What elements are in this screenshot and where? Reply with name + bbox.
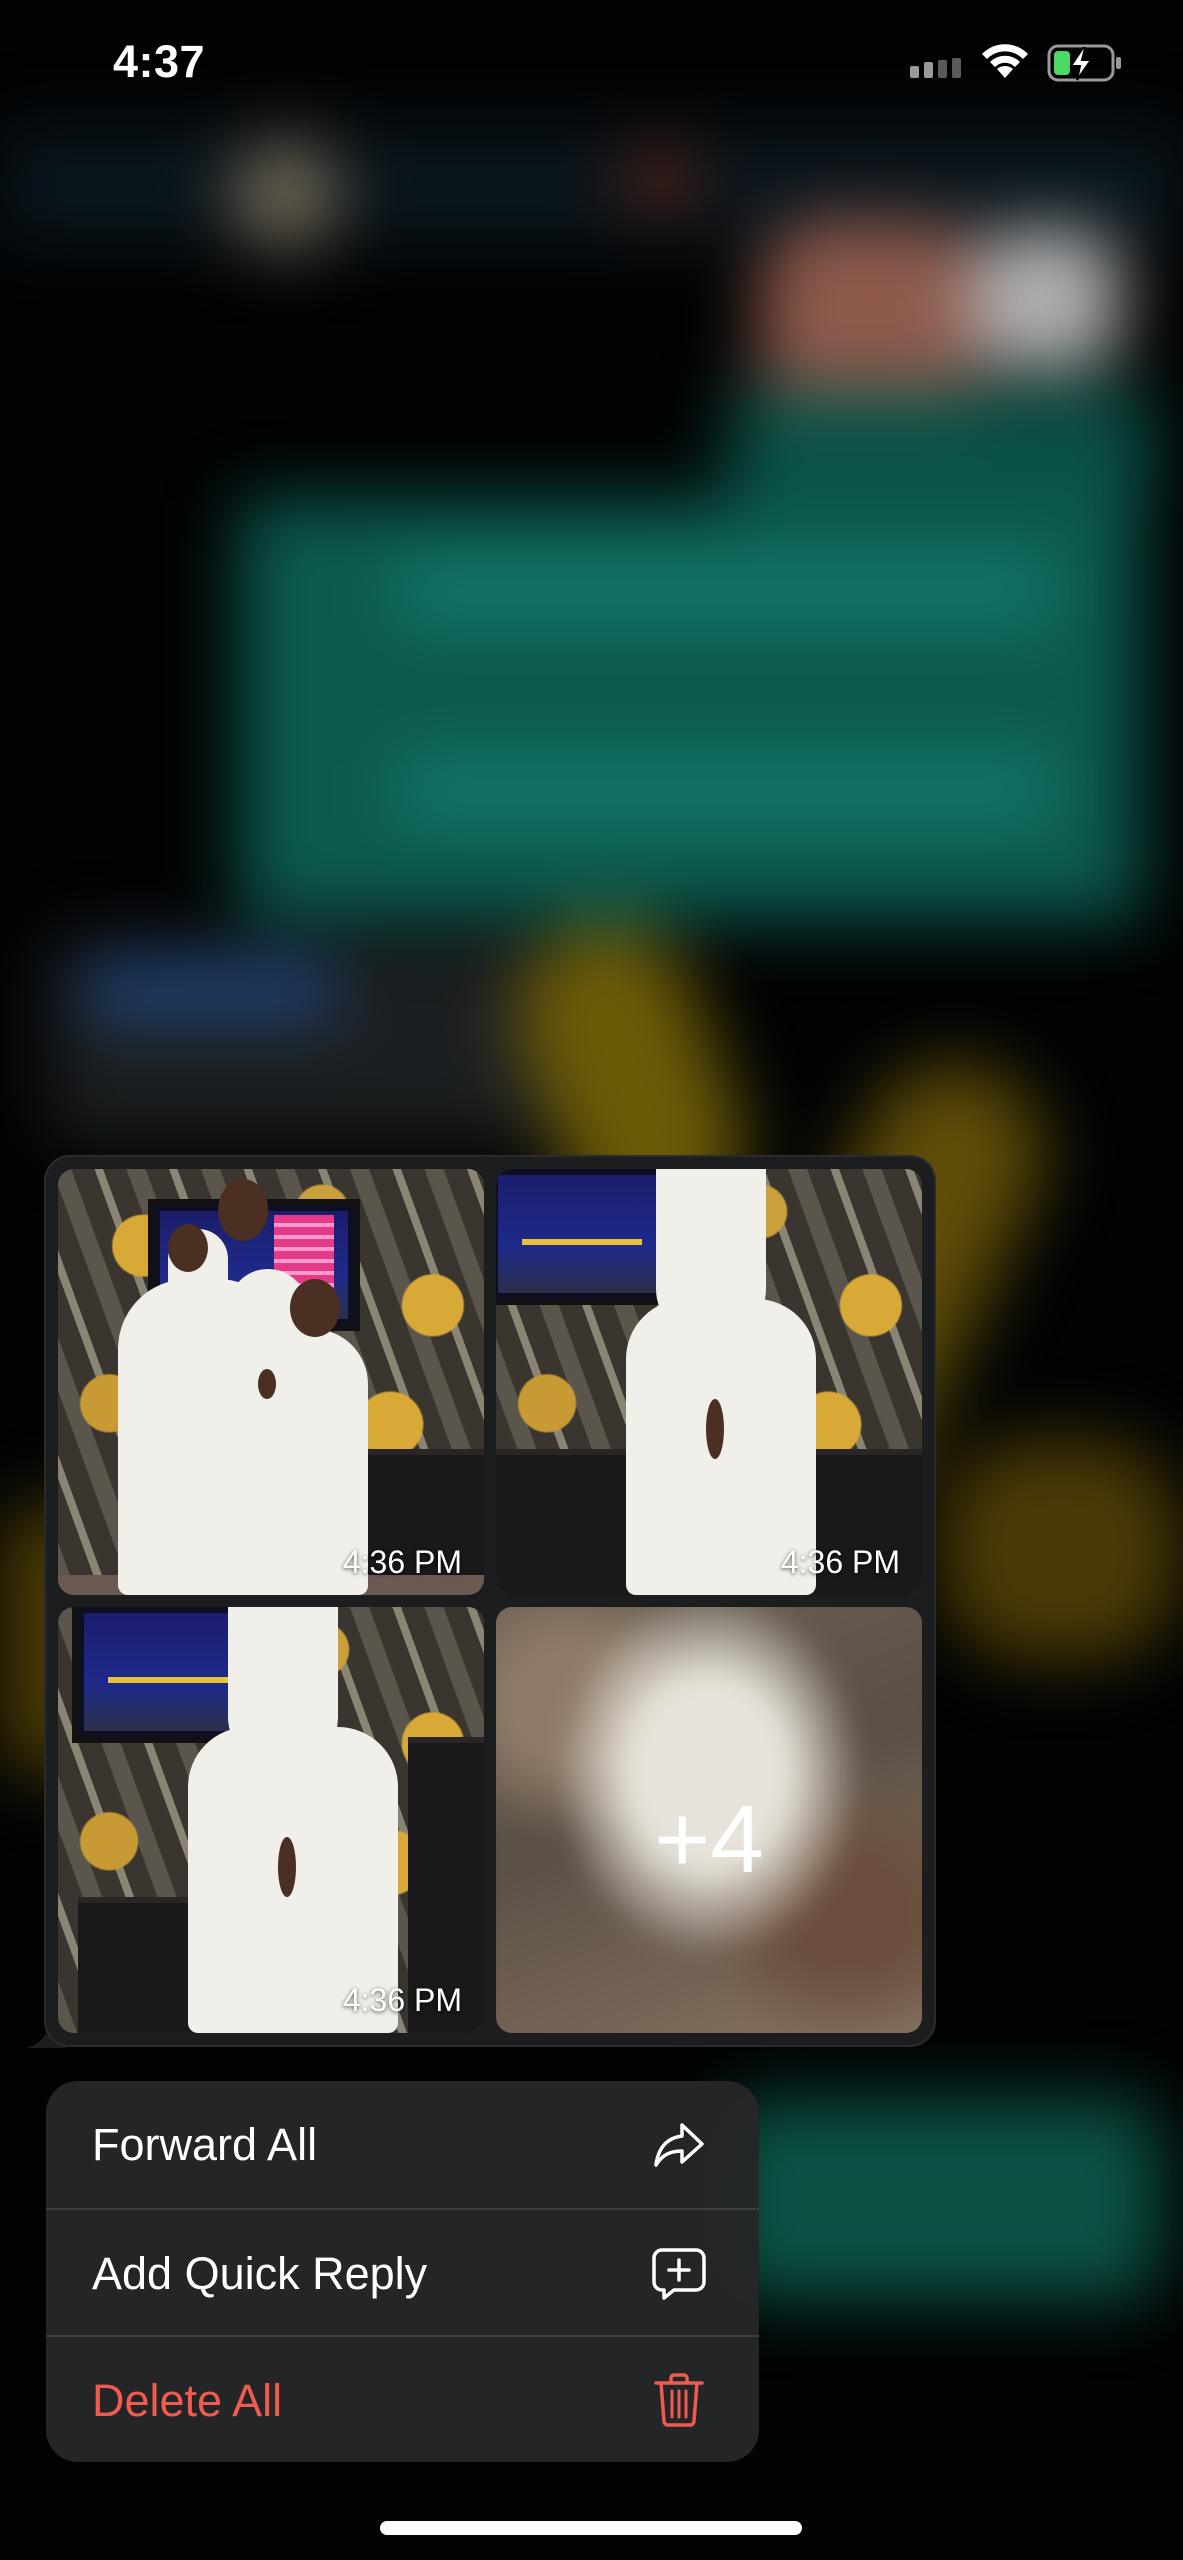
media-tile-1[interactable]: 4:36 PM: [58, 1169, 484, 1595]
menu-item-label: Add Quick Reply: [92, 2248, 428, 2299]
menu-item-label: Delete All: [92, 2375, 283, 2426]
screen: 4:37 4:36 PM 4:36 PM 4:36 PM +4 Forward …: [0, 0, 1183, 2560]
more-media-count: +4: [654, 1786, 764, 1893]
wifi-icon: [982, 44, 1028, 78]
media-timestamp: 4:36 PM: [342, 1982, 462, 2018]
menu-item-forward-all[interactable]: Forward All: [46, 2081, 759, 2208]
status-bar: 4:37: [0, 0, 1183, 130]
forward-icon: [654, 2123, 704, 2167]
cellular-signal-icon: [910, 58, 961, 78]
trash-icon: [654, 2373, 704, 2427]
menu-item-add-quick-reply[interactable]: Add Quick Reply: [46, 2208, 759, 2337]
media-group-bubble[interactable]: 4:36 PM 4:36 PM 4:36 PM +4: [46, 1157, 934, 2045]
quick-reply-icon: [652, 2248, 706, 2300]
menu-item-delete-all[interactable]: Delete All: [46, 2335, 759, 2462]
menu-item-label: Forward All: [92, 2119, 318, 2170]
media-tile-3[interactable]: 4:36 PM: [58, 1607, 484, 2033]
context-menu: Forward All Add Quick Reply Delete All: [46, 2081, 759, 2462]
battery-charging-icon: [1047, 44, 1121, 82]
media-timestamp: 4:36 PM: [780, 1544, 900, 1580]
home-indicator[interactable]: [380, 2521, 802, 2535]
media-tile-more[interactable]: +4: [496, 1607, 922, 2033]
status-time: 4:37: [113, 36, 206, 87]
media-tile-2[interactable]: 4:36 PM: [496, 1169, 922, 1595]
media-timestamp: 4:36 PM: [342, 1544, 462, 1580]
